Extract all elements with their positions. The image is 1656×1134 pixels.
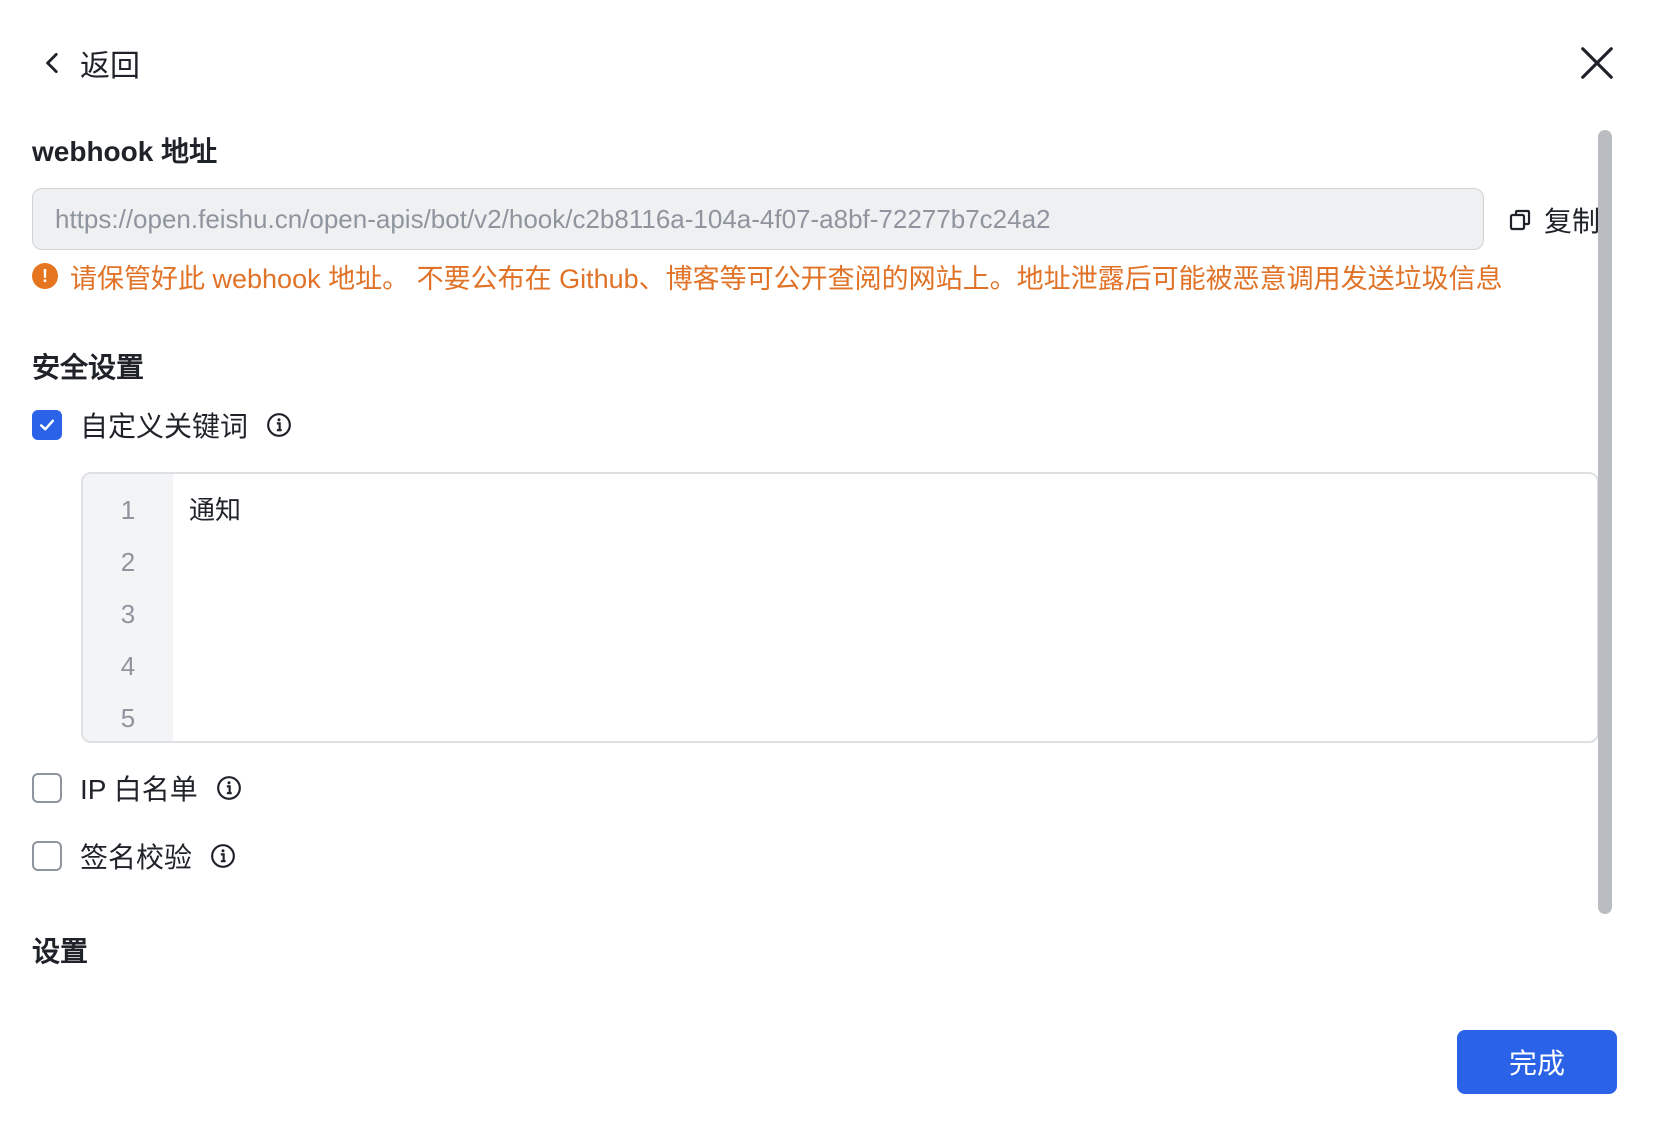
option-signature-check[interactable]: 签名校验 <box>32 836 236 876</box>
webhook-url-value: https://open.feishu.cn/open-apis/bot/v2/… <box>55 203 1051 234</box>
back-label: 返回 <box>80 50 140 83</box>
keywords-text-area[interactable]: 通知 <box>173 474 1597 741</box>
keyword-line <box>189 640 1597 692</box>
keywords-editor[interactable]: 1 2 3 4 5 通知 <box>81 472 1599 743</box>
custom-keywords-checkbox[interactable] <box>32 410 62 440</box>
info-icon[interactable] <box>210 843 236 869</box>
info-icon[interactable] <box>216 775 242 801</box>
webhook-warning: ! 请保管好此 webhook 地址。 不要公布在 Github、博客等可公开查… <box>32 256 1503 296</box>
copy-label: 复制 <box>1544 206 1601 237</box>
line-number: 2 <box>120 547 136 577</box>
line-number: 5 <box>120 703 136 733</box>
line-number-gutter: 1 2 3 4 5 <box>83 474 173 741</box>
check-icon <box>39 419 55 431</box>
close-button[interactable] <box>1578 44 1616 82</box>
close-icon <box>1581 47 1613 79</box>
chevron-left-icon <box>46 52 58 74</box>
keyword-line <box>189 692 1597 741</box>
ip-whitelist-label: IP 白名单 <box>80 774 198 805</box>
keyword-line <box>189 536 1597 588</box>
exclamation-icon: ! <box>32 263 58 289</box>
back-button[interactable]: 返回 <box>40 40 140 86</box>
line-number: 4 <box>120 651 136 681</box>
option-custom-keywords[interactable]: 自定义关键词 <box>32 405 292 445</box>
keyword-line <box>189 588 1597 640</box>
info-icon[interactable] <box>266 412 292 438</box>
keyword-line: 通知 <box>189 495 242 525</box>
signature-check-label: 签名校验 <box>80 842 193 873</box>
line-number: 1 <box>120 495 136 525</box>
copy-button[interactable]: 复制 <box>1508 200 1600 240</box>
option-ip-whitelist[interactable]: IP 白名单 <box>32 768 242 808</box>
copy-icon <box>1509 209 1531 231</box>
scrollbar-thumb[interactable] <box>1598 130 1612 914</box>
ip-whitelist-checkbox[interactable] <box>32 773 62 803</box>
done-label: 完成 <box>1508 1048 1565 1079</box>
warning-text: 请保管好此 webhook 地址。 不要公布在 Github、博客等可公开查阅的… <box>70 263 1503 294</box>
security-title: 安全设置 <box>32 352 145 383</box>
settings-title: 设置 <box>32 936 89 967</box>
custom-keywords-label: 自定义关键词 <box>80 411 249 442</box>
signature-check-checkbox[interactable] <box>32 841 62 871</box>
line-number: 3 <box>120 599 136 629</box>
webhook-title: webhook 地址 <box>32 136 218 167</box>
webhook-url-field[interactable]: https://open.feishu.cn/open-apis/bot/v2/… <box>32 188 1484 250</box>
done-button[interactable]: 完成 <box>1457 1030 1617 1094</box>
